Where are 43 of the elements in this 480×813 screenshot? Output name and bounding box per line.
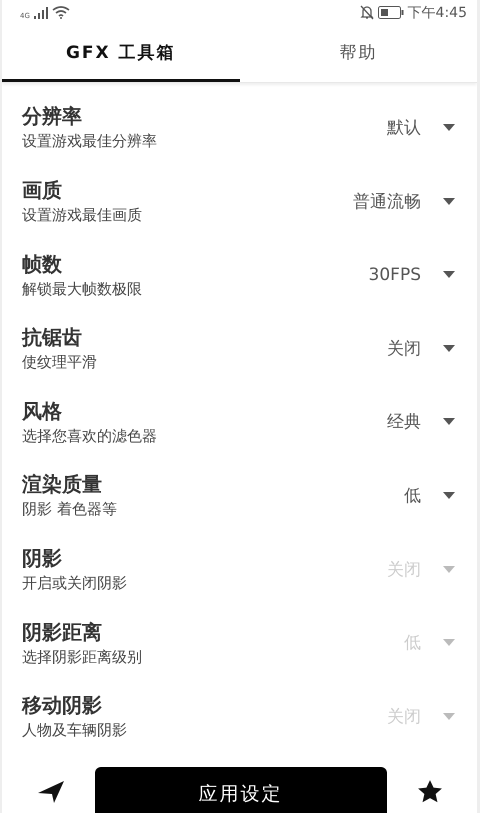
setting-dropdown[interactable]: 低	[404, 484, 455, 507]
dropdown-caret-icon	[443, 271, 455, 278]
setting-title: 分辨率	[22, 103, 83, 130]
setting-dropdown[interactable]: 30FPS	[368, 264, 455, 285]
setting-description: 设置游戏最佳画质	[22, 206, 143, 226]
setting-description: 开启或关闭阴影	[22, 574, 128, 594]
setting-description: 选择您喜欢的滤色器	[22, 426, 158, 446]
tab[interactable]: 帮助	[240, 26, 477, 82]
setting-dropdown[interactable]: 默认	[387, 116, 455, 139]
setting-description: 选择阴影距离级别	[22, 648, 143, 667]
setting-title: 画质	[22, 177, 63, 204]
setting-title: 渲染质量	[22, 471, 103, 498]
apply-settings-button[interactable]: 应用设定	[94, 767, 386, 813]
setting-title: 移动阴影	[22, 692, 103, 720]
setting-description: 人物及车辆阴影	[22, 721, 128, 740]
dropdown-caret-icon	[443, 566, 455, 573]
setting-title: 风格	[22, 398, 63, 425]
signal-icon	[34, 6, 48, 19]
setting-description: 解锁最大帧数极限	[22, 280, 143, 299]
dropdown-caret-icon	[443, 712, 455, 720]
setting-description: 使纹理平滑	[22, 353, 98, 372]
tab[interactable]: GFX 工具箱	[2, 26, 240, 82]
clock-time: 下午4:45	[408, 4, 467, 22]
battery-icon	[378, 6, 404, 20]
dropdown-caret-icon	[443, 124, 455, 131]
send-icon[interactable]	[38, 779, 64, 803]
setting-dropdown[interactable]: 普通流畅	[353, 190, 455, 213]
dropdown-caret-icon	[443, 492, 455, 499]
setting-dropdown[interactable]: 关闭	[387, 336, 455, 360]
dropdown-caret-icon	[443, 418, 455, 426]
setting-title: 阴影距离	[22, 618, 103, 646]
setting-title: 帧数	[22, 250, 63, 278]
wifi-icon	[52, 6, 70, 20]
dropdown-caret-icon	[443, 344, 455, 352]
star-icon[interactable]	[417, 779, 443, 805]
setting-description: 阴影 着色器等	[22, 500, 118, 520]
muted-bell-icon	[360, 5, 374, 20]
setting-description: 设置游戏最佳分辨率	[22, 132, 158, 152]
dropdown-caret-icon	[443, 198, 455, 205]
setting-dropdown[interactable]: 经典	[387, 410, 455, 434]
setting-title: 抗锯齿	[22, 324, 83, 352]
setting-title: 阴影	[22, 545, 63, 572]
dropdown-caret-icon	[443, 639, 455, 646]
